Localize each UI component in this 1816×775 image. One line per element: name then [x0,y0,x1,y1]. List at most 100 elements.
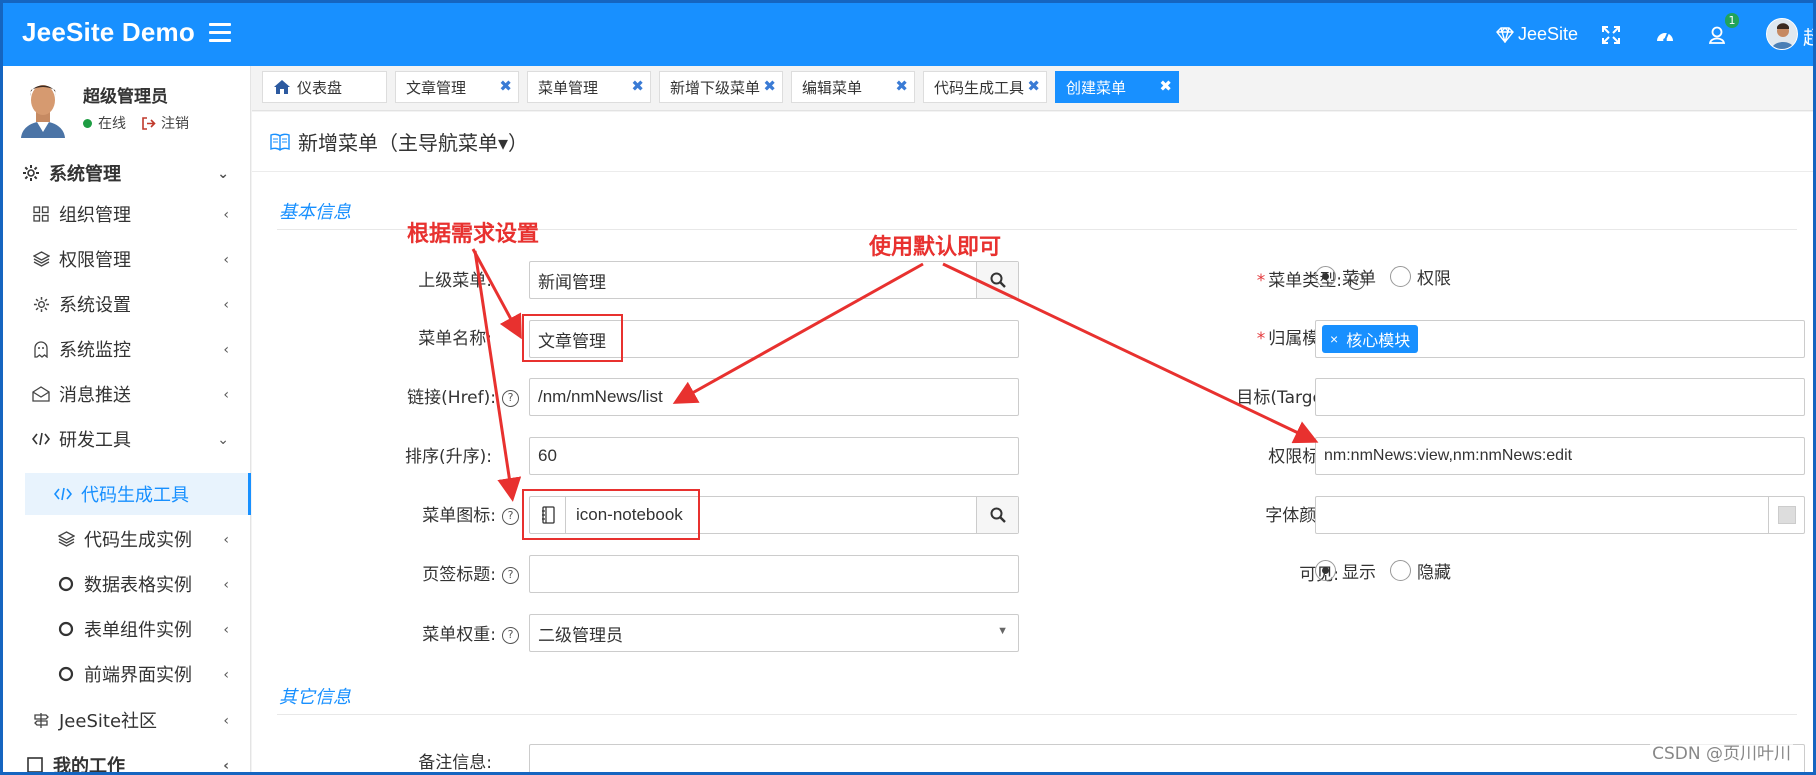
visible-radio-hide[interactable]: 隐藏 [1390,558,1451,583]
top-user-name[interactable]: 超 [1803,23,1813,50]
sidebar-item-label: 我的工作 [53,756,125,775]
tab-article-management[interactable]: 文章管理 ✖ [395,71,519,103]
module-tag[interactable]: × 核心模块 [1322,325,1419,353]
chevron-left-icon: ‹ [223,297,229,313]
close-icon[interactable]: ✖ [499,77,512,95]
font-color-label: 字体颜色: [1265,506,1339,526]
sidebar-item-my-work[interactable]: 我的工作 ‹ [3,744,251,775]
sidebar-item-codegen-tool[interactable]: 代码生成工具 [25,473,251,515]
menu-type-radio-permission[interactable]: 权限 [1390,264,1451,289]
menu-type-radio-menu[interactable]: 菜单 [1315,264,1376,289]
page-title[interactable]: 新增菜单（主导航菜单▾） [298,127,528,156]
brand-logo[interactable]: JeeSite Demo [22,17,195,48]
font-color-input[interactable] [1315,496,1805,534]
weight-label: 菜单权重:? [312,620,519,645]
module-select[interactable]: × 核心模块 [1315,320,1805,358]
close-icon[interactable]: ✖ [631,77,644,95]
sidebar-item-monitor[interactable]: 系统监控 ‹ [3,328,251,370]
tab-edit-menu[interactable]: 编辑菜单 ✖ [791,71,915,103]
sidebar-item-codegen-examples[interactable]: 代码生成实例 ‹ [3,518,251,560]
chevron-left-icon: ‹ [223,577,229,593]
fullscreen-icon[interactable] [1591,3,1631,66]
weight-select[interactable]: 二级管理员 ▼ [529,614,1019,652]
tab-create-menu[interactable]: 创建菜单 ✖ [1055,71,1179,103]
jeesite-link[interactable]: JeeSite [1487,3,1587,66]
color-swatch [1777,506,1796,524]
close-icon[interactable]: ✖ [1027,77,1040,95]
highlight-menu-icon [522,489,700,540]
sidebar-item-dev-tools[interactable]: 研发工具 ⌄ [3,418,251,460]
highlight-menu-name [522,314,623,362]
tag-remove-icon[interactable]: × [1330,331,1338,347]
square-icon [25,755,45,772]
close-icon[interactable]: ✖ [763,77,776,95]
chevron-left-icon: ‹ [223,207,229,223]
sidebar-item-permissions[interactable]: 权限管理 ‹ [3,238,251,280]
chevron-left-icon: ‹ [223,532,229,548]
home-icon [274,80,290,94]
logout-link[interactable]: 注销 [142,113,189,133]
close-icon[interactable]: ✖ [1159,77,1172,95]
search-icon[interactable] [976,497,1018,533]
tab-label: 文章管理 [406,78,467,97]
tab-menu-management[interactable]: 菜单管理 ✖ [527,71,651,103]
visible-radio-show[interactable]: 显示 [1315,558,1376,583]
section-divider [277,714,1797,715]
parent-menu-label: 上级菜单: [418,271,492,291]
chevron-left-icon: ‹ [223,342,229,358]
tab-label: 代码生成工具 [934,78,1025,97]
permission-input[interactable]: nm:nmNews:view,nm:nmNews:edit [1315,437,1805,475]
sidebar-item-form-examples[interactable]: 表单组件实例 ‹ [3,608,251,650]
help-icon[interactable]: ? [502,626,519,644]
watermark: CSDN @页川叶川 [1650,739,1793,764]
sidebar-item-table-examples[interactable]: 数据表格实例 ‹ [3,563,251,605]
sidebar-item-label: 权限管理 [59,250,131,271]
remarks-textarea[interactable] [529,744,1805,772]
menu-type-radio-group: 菜单 权限 [1315,264,1465,289]
sidebar-item-label: 组织管理 [59,205,131,226]
sidebar-item-ui-examples[interactable]: 前端界面实例 ‹ [3,653,251,695]
remarks-label: 备注信息: [418,753,492,773]
sidebar-item-label: 消息推送 [59,385,131,406]
sidebar-item-label: 代码生成工具 [81,485,189,506]
sidebar-item-system-management[interactable]: 系统管理 ⌄ [3,152,251,194]
href-input[interactable]: /nm/nmNews/list [529,378,1019,416]
close-icon[interactable]: ✖ [895,77,908,95]
sidebar-item-settings[interactable]: 系统设置 ‹ [3,283,251,325]
sidebar-avatar [17,76,69,138]
target-input[interactable] [1315,378,1805,416]
sidebar-item-org[interactable]: 组织管理 ‹ [3,193,251,235]
tab-add-submenu[interactable]: 新增下级菜单 ✖ [659,71,783,103]
sort-value: 60 [538,446,557,465]
gear-icon [31,294,51,314]
top-navbar: JeeSite Demo JeeSite 1 超 [3,3,1813,66]
href-label: 链接(Href):? [312,383,519,408]
color-picker-button[interactable] [1768,497,1804,533]
dashboard-icon[interactable] [1645,3,1685,66]
parent-menu-input[interactable]: 新闻管理 [529,261,1019,299]
online-dot-icon [83,118,92,128]
section-basic-info: 基本信息 [279,202,351,223]
annotation-left-text: 根据需求设置 [407,222,540,247]
tab-title-input[interactable] [529,555,1019,593]
menu-toggle-icon[interactable] [209,23,231,42]
sidebar-item-messages[interactable]: 消息推送 ‹ [3,373,251,415]
layers-icon [31,249,51,269]
annotation-right-text: 使用默认即可 [869,235,1002,260]
chevron-left-icon: ‹ [223,622,229,638]
page-header: 新增菜单（主导航菜单▾） [252,112,1813,172]
circle-icon [56,664,76,684]
chevron-down-icon: ⌄ [217,166,229,182]
user-avatar[interactable] [1766,18,1798,50]
tab-dashboard[interactable]: 仪表盘 [262,71,387,103]
search-icon[interactable] [976,262,1018,298]
help-icon[interactable]: ? [502,507,519,525]
ghost-icon [31,339,51,359]
sort-input[interactable]: 60 [529,437,1019,475]
sidebar: 超级管理员 在线 注销 系统管理 ⌄ 组织管理 ‹ 权限管理 ‹ 系统设置 ‹ … [3,66,251,775]
help-icon[interactable]: ? [502,389,519,407]
tab-codegen-tool[interactable]: 代码生成工具 ✖ [923,71,1047,103]
tab-title-label: 页签标题:? [312,560,519,585]
help-icon[interactable]: ? [502,566,519,584]
sidebar-item-community[interactable]: JeeSite社区 ‹ [3,699,251,741]
